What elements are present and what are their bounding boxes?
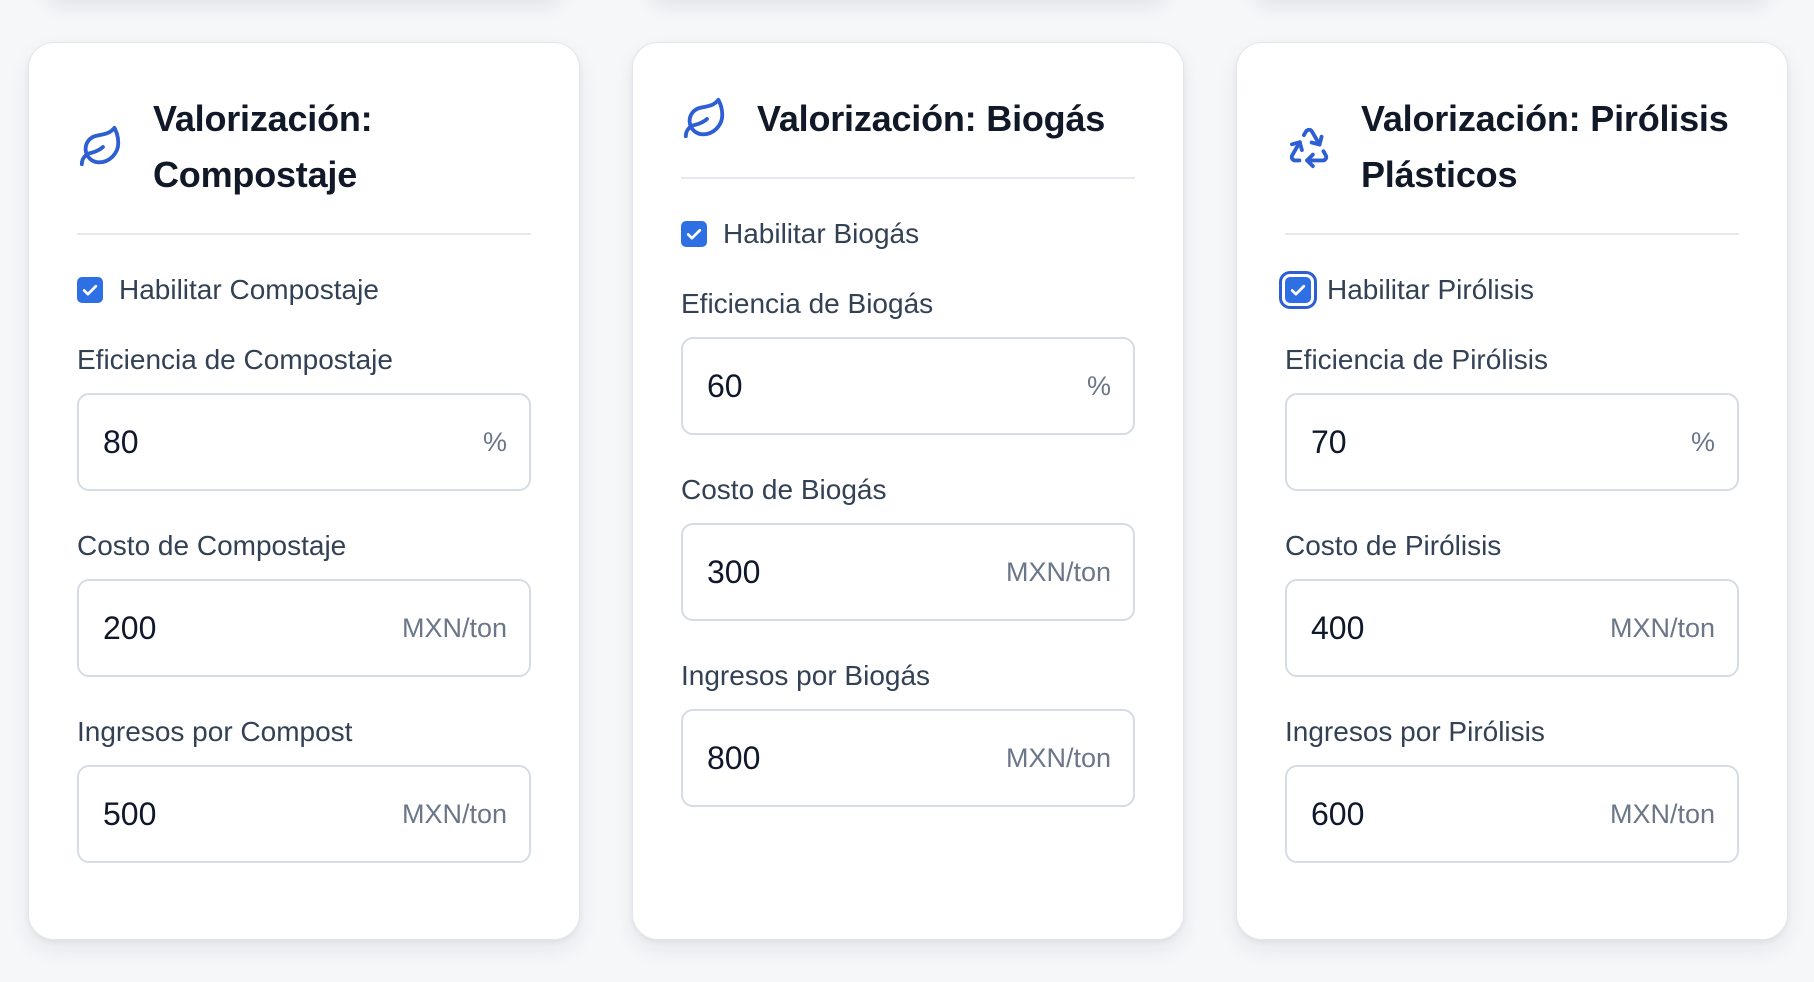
costo-pirolisis-input[interactable]: 400 MXN/ton bbox=[1285, 579, 1739, 677]
costo-biogas-input[interactable]: 300 MXN/ton bbox=[681, 523, 1135, 621]
field-costo: Costo de Pirólisis 400 MXN/ton bbox=[1285, 529, 1739, 677]
field-label: Eficiencia de Biogás bbox=[681, 288, 934, 319]
enable-biogas-label[interactable]: Habilitar Biogás bbox=[723, 218, 919, 250]
valorization-settings-panel: Valorización: Compostaje Habilitar Compo… bbox=[0, 0, 1814, 982]
input-value[interactable]: 80 bbox=[103, 424, 139, 461]
enable-pirolisis-row[interactable]: Habilitar Pirólisis bbox=[1285, 273, 1739, 307]
input-unit: MXN/ton bbox=[1005, 556, 1111, 587]
field-label: Costo de Pirólisis bbox=[1285, 530, 1502, 561]
input-unit: MXN/ton bbox=[401, 612, 507, 643]
ingresos-compost-input[interactable]: 500 MXN/ton bbox=[77, 765, 531, 863]
card-title: Valorización: Compostaje bbox=[153, 98, 373, 195]
card-biogas: Valorización: Biogás Habilitar Biogás Ef… bbox=[632, 42, 1184, 940]
card-pirolisis: Valorización: Pirólisis Plásticos Habili… bbox=[1236, 42, 1788, 940]
input-unit: MXN/ton bbox=[1609, 798, 1715, 829]
field-eficiencia: Eficiencia de Biogás 60 % bbox=[681, 287, 1135, 435]
input-unit: MXN/ton bbox=[1609, 612, 1715, 643]
card-title: Valorización: Pirólisis Plásticos bbox=[1361, 98, 1729, 195]
ingresos-pirolisis-input[interactable]: 600 MXN/ton bbox=[1285, 765, 1739, 863]
card-header: Valorización: Compostaje bbox=[77, 91, 531, 235]
eficiencia-compostaje-input[interactable]: 80 % bbox=[77, 393, 531, 491]
input-value[interactable]: 300 bbox=[707, 554, 760, 591]
leaf-icon bbox=[681, 95, 729, 143]
eficiencia-biogas-input[interactable]: 60 % bbox=[681, 337, 1135, 435]
enable-pirolisis-label[interactable]: Habilitar Pirólisis bbox=[1327, 274, 1534, 306]
leaf-icon bbox=[77, 123, 125, 171]
enable-pirolisis-checkbox[interactable] bbox=[1285, 277, 1311, 303]
enable-compostaje-label[interactable]: Habilitar Compostaje bbox=[119, 274, 379, 306]
costo-compostaje-input[interactable]: 200 MXN/ton bbox=[77, 579, 531, 677]
input-unit: % bbox=[482, 426, 507, 457]
enable-biogas-row[interactable]: Habilitar Biogás bbox=[681, 217, 1135, 251]
input-value[interactable]: 400 bbox=[1311, 610, 1364, 647]
field-ingresos: Ingresos por Compost 500 MXN/ton bbox=[77, 715, 531, 863]
field-label: Costo de Compostaje bbox=[77, 530, 347, 561]
field-label: Eficiencia de Pirólisis bbox=[1285, 344, 1548, 375]
recycle-icon bbox=[1285, 123, 1333, 171]
field-eficiencia: Eficiencia de Compostaje 80 % bbox=[77, 343, 531, 491]
input-unit: % bbox=[1086, 370, 1111, 401]
field-costo: Costo de Biogás 300 MXN/ton bbox=[681, 473, 1135, 621]
enable-compostaje-checkbox[interactable] bbox=[77, 277, 103, 303]
input-value[interactable]: 500 bbox=[103, 796, 156, 833]
card-compostaje: Valorización: Compostaje Habilitar Compo… bbox=[28, 42, 580, 940]
field-ingresos: Ingresos por Pirólisis 600 MXN/ton bbox=[1285, 715, 1739, 863]
input-value[interactable]: 60 bbox=[707, 368, 743, 405]
field-ingresos: Ingresos por Biogás 800 MXN/ton bbox=[681, 659, 1135, 807]
input-value[interactable]: 800 bbox=[707, 740, 760, 777]
input-unit: MXN/ton bbox=[1005, 742, 1111, 773]
input-unit: % bbox=[1690, 426, 1715, 457]
input-value[interactable]: 70 bbox=[1311, 424, 1347, 461]
field-label: Ingresos por Compost bbox=[77, 716, 353, 747]
field-costo: Costo de Compostaje 200 MXN/ton bbox=[77, 529, 531, 677]
field-label: Eficiencia de Compostaje bbox=[77, 344, 393, 375]
ingresos-biogas-input[interactable]: 800 MXN/ton bbox=[681, 709, 1135, 807]
card-header: Valorización: Pirólisis Plásticos bbox=[1285, 91, 1739, 235]
field-label: Ingresos por Pirólisis bbox=[1285, 716, 1545, 747]
card-header: Valorización: Biogás bbox=[681, 91, 1135, 179]
field-eficiencia: Eficiencia de Pirólisis 70 % bbox=[1285, 343, 1739, 491]
field-label: Ingresos por Biogás bbox=[681, 660, 931, 691]
enable-compostaje-row[interactable]: Habilitar Compostaje bbox=[77, 273, 531, 307]
input-value[interactable]: 200 bbox=[103, 610, 156, 647]
eficiencia-pirolisis-input[interactable]: 70 % bbox=[1285, 393, 1739, 491]
input-unit: MXN/ton bbox=[401, 798, 507, 829]
enable-biogas-checkbox[interactable] bbox=[681, 221, 707, 247]
input-value[interactable]: 600 bbox=[1311, 796, 1364, 833]
card-title: Valorización: Biogás bbox=[757, 98, 1106, 139]
field-label: Costo de Biogás bbox=[681, 474, 887, 505]
